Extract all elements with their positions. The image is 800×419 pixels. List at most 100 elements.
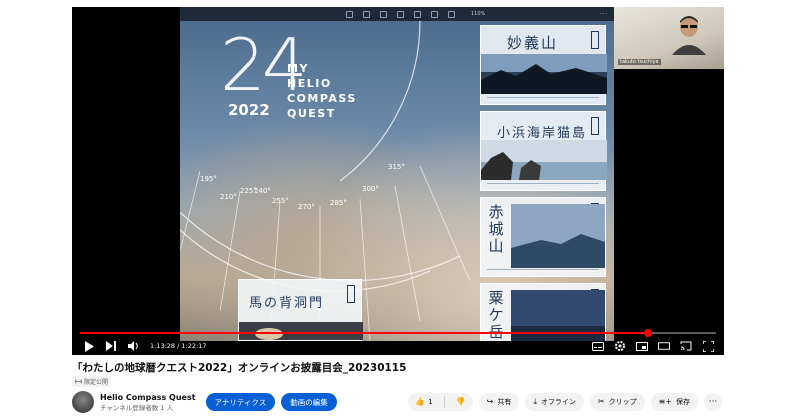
compass-degree: 270°: [298, 203, 315, 211]
link-icon: [75, 379, 82, 384]
card-footer: [487, 97, 599, 102]
card-footer: [487, 269, 599, 274]
theater-mode-button[interactable]: [658, 340, 670, 352]
miniplayer-icon: [636, 341, 648, 351]
miniplayer-button[interactable]: [636, 340, 648, 352]
play-icon: [85, 340, 94, 352]
more-actions-button[interactable]: ···: [704, 393, 722, 411]
channel-info: Helio Compass Quest チャンネル登録者数 1 人: [100, 393, 196, 412]
volume-icon: [127, 341, 138, 351]
video-title: 「わたしの地球暦クエスト2022」オンラインお披露目会_20230115: [72, 362, 407, 374]
play-button[interactable]: [82, 339, 96, 353]
more-icon: ···: [599, 10, 608, 18]
analytics-button[interactable]: アナリティクス: [205, 393, 276, 411]
card-name: 小浜海岸猫島: [497, 126, 588, 141]
info-icon: [431, 10, 438, 18]
heart-icon: [414, 10, 421, 18]
card-name: 妙義山: [507, 34, 559, 52]
player-controls: 1:13:28 / 1:22:17: [72, 337, 724, 355]
time-display: 1:13:28 / 1:22:17: [150, 342, 207, 350]
location-card: 妙義山: [480, 25, 607, 105]
save-label: 保存: [676, 398, 690, 406]
playlist-add-icon: ≡+: [658, 397, 672, 406]
channel-row: Helio Compass Quest チャンネル登録者数 1 人 アナリティク…: [72, 390, 722, 414]
player-controls-right: [592, 340, 714, 352]
current-time: 1:13:28: [150, 342, 176, 350]
location-card: 小浜海岸猫島: [480, 111, 607, 191]
compass-degree: 255°: [272, 197, 289, 205]
fullscreen-icon: [702, 340, 714, 352]
next-button[interactable]: [104, 339, 118, 353]
youtube-watch-page: 110% ··· 195° 210° 225° 240° 255° 270° 2…: [0, 0, 800, 419]
compass-degree: 210°: [220, 193, 237, 201]
mountain-photo: [481, 54, 607, 94]
dislike-button[interactable]: 👎: [449, 393, 473, 411]
card-badge: [591, 31, 599, 49]
thumbs-down-icon: 👎: [455, 397, 466, 406]
channel-name[interactable]: Helio Compass Quest: [100, 393, 196, 402]
channel-avatar[interactable]: [72, 391, 94, 413]
coast-photo: [481, 140, 607, 180]
offline-button[interactable]: ⤓ オフライン: [525, 393, 584, 411]
crop-icon: [448, 10, 455, 18]
like-count: 1: [428, 398, 433, 406]
like-button[interactable]: 👍 1: [408, 393, 439, 411]
zoom-in-icon: [363, 10, 370, 18]
clip-label: クリップ: [608, 398, 637, 406]
compass-degree: 285°: [330, 199, 347, 207]
compass-degree: 195°: [200, 175, 217, 183]
subtitles-button[interactable]: [592, 340, 604, 352]
visibility-label: 限定公開: [84, 379, 109, 386]
shared-screen: 110% ··· 195° 210° 225° 240° 255° 270° 2…: [180, 7, 614, 341]
compass-degree: 315°: [388, 163, 405, 171]
scissors-icon: ✂: [597, 397, 605, 406]
clip-button[interactable]: ✂ クリップ: [589, 393, 645, 411]
card-badge: [591, 117, 599, 135]
fullscreen-button[interactable]: [702, 340, 714, 352]
poster-title: MY HELIO COMPASS QUEST: [287, 62, 357, 120]
subscriber-count: チャンネル登録者数 1 人: [100, 403, 174, 412]
cast-button[interactable]: [680, 340, 692, 352]
delete-icon: [397, 10, 404, 18]
download-icon: ⤓: [533, 397, 537, 406]
duration: 1:22:17: [181, 342, 207, 350]
card-badge: [347, 285, 355, 303]
cast-icon: [680, 341, 692, 351]
share-label: 共有: [497, 398, 512, 406]
video-player[interactable]: 110% ··· 195° 210° 225° 240° 255° 270° 2…: [72, 7, 724, 355]
theater-icon: [658, 342, 670, 350]
zoom-level: 110%: [471, 11, 486, 17]
progress-bar[interactable]: [80, 329, 716, 337]
mountain-photo: [511, 204, 605, 268]
settings-button[interactable]: [614, 340, 626, 352]
poster-image: 195° 210° 225° 240° 255° 270° 285° 300° …: [180, 21, 614, 341]
participant-video: [672, 16, 706, 55]
card-name: 馬の背洞門: [249, 296, 325, 311]
edit-video-button[interactable]: 動画の編集: [281, 393, 337, 411]
share-button[interactable]: ↪ 共有: [478, 393, 520, 411]
gear-icon: [615, 341, 625, 351]
participant-name: takuto tsuchiya: [618, 59, 661, 65]
share-icon: ↪: [486, 397, 494, 406]
visibility-badge: 限定公開: [72, 376, 112, 387]
progress-scrubber[interactable]: [643, 329, 652, 337]
card-name: 赤城山: [488, 203, 504, 255]
skip-next-icon: [106, 341, 116, 351]
progress-played: [80, 332, 648, 334]
poster-year: 2022: [228, 101, 270, 119]
offline-label: オフライン: [540, 398, 576, 406]
like-dislike-group: 👍 1 👎: [408, 393, 473, 411]
compass-degree: 240°: [254, 187, 271, 195]
image-viewer-toolbar: 110% ···: [180, 7, 614, 21]
volume-button[interactable]: [126, 339, 140, 353]
thumbs-up-icon: 👍: [415, 397, 426, 406]
webcam-feed: takuto tsuchiya: [614, 7, 724, 69]
compass-degree: 300°: [362, 185, 379, 193]
save-button[interactable]: ≡+ 保存: [650, 393, 698, 411]
location-card: 赤城山: [480, 197, 606, 277]
divider: [443, 396, 445, 408]
zoom-out-icon: [346, 10, 353, 18]
action-buttons: 👍 1 👎 ↪ 共有 ⤓ オフライン ✂ クリップ ≡+ 保存 ···: [408, 393, 722, 411]
more-horizontal-icon: ···: [708, 397, 718, 407]
card-footer: [487, 183, 599, 188]
